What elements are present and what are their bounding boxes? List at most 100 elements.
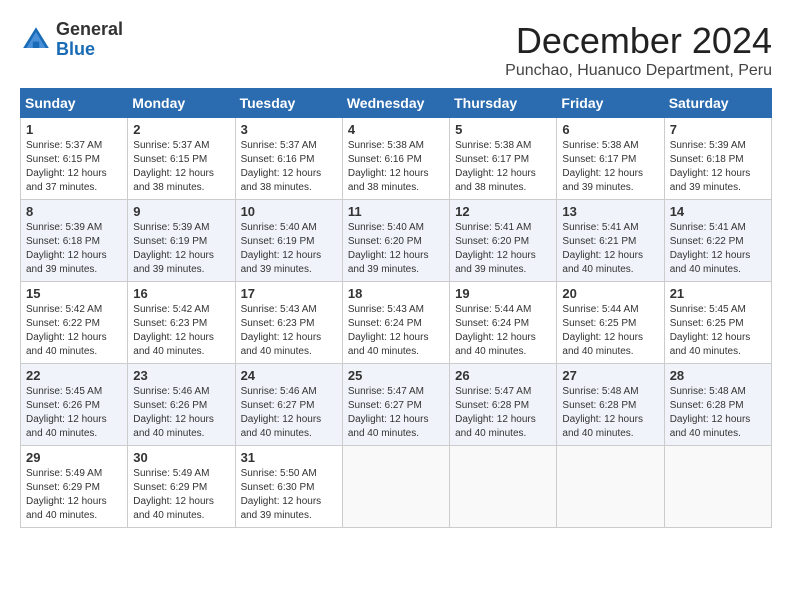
calendar-day-cell: 15 Sunrise: 5:42 AM Sunset: 6:22 PM Dayli… <box>21 282 128 364</box>
day-number: 16 <box>133 286 229 301</box>
calendar-week-row: 29 Sunrise: 5:49 AM Sunset: 6:29 PM Dayli… <box>21 446 772 528</box>
weekday-header-wednesday: Wednesday <box>342 89 449 118</box>
calendar-day-cell: 8Sunrise: 5:39 AM Sunset: 6:18 PM Daylig… <box>21 200 128 282</box>
calendar-day-cell: 17 Sunrise: 5:43 AM Sunset: 6:23 PM Dayli… <box>235 282 342 364</box>
calendar-day-cell <box>664 446 771 528</box>
calendar-week-row: 8Sunrise: 5:39 AM Sunset: 6:18 PM Daylig… <box>21 200 772 282</box>
calendar-day-cell: 26 Sunrise: 5:47 AM Sunset: 6:28 PM Dayli… <box>450 364 557 446</box>
page-header: General Blue December 2024 Punchao, Huan… <box>20 20 772 80</box>
day-info: Sunrise: 5:39 AM Sunset: 6:19 PM Dayligh… <box>133 221 229 277</box>
calendar-day-cell: 20 Sunrise: 5:44 AM Sunset: 6:25 PM Dayli… <box>557 282 664 364</box>
day-number: 8 <box>26 204 122 219</box>
day-info: Sunrise: 5:41 AM Sunset: 6:21 PM Dayligh… <box>562 221 658 277</box>
calendar-table: SundayMondayTuesdayWednesdayThursdayFrid… <box>20 88 772 528</box>
calendar-day-cell: 28 Sunrise: 5:48 AM Sunset: 6:28 PM Dayli… <box>664 364 771 446</box>
day-number: 17 <box>241 286 337 301</box>
day-number: 25 <box>348 368 444 383</box>
calendar-day-cell: 5 Sunrise: 5:38 AM Sunset: 6:17 PM Daylig… <box>450 118 557 200</box>
day-number: 20 <box>562 286 658 301</box>
calendar-week-row: 15 Sunrise: 5:42 AM Sunset: 6:22 PM Dayli… <box>21 282 772 364</box>
calendar-day-cell <box>557 446 664 528</box>
weekday-header-row: SundayMondayTuesdayWednesdayThursdayFrid… <box>21 89 772 118</box>
day-number: 23 <box>133 368 229 383</box>
calendar-day-cell: 13 Sunrise: 5:41 AM Sunset: 6:21 PM Dayli… <box>557 200 664 282</box>
calendar-day-cell: 10 Sunrise: 5:40 AM Sunset: 6:19 PM Dayli… <box>235 200 342 282</box>
day-number: 29 <box>26 450 122 465</box>
calendar-day-cell <box>450 446 557 528</box>
day-info: Sunrise: 5:50 AM Sunset: 6:30 PM Dayligh… <box>241 467 337 523</box>
calendar-day-cell: 11 Sunrise: 5:40 AM Sunset: 6:20 PM Dayli… <box>342 200 449 282</box>
weekday-header-saturday: Saturday <box>664 89 771 118</box>
day-info: Sunrise: 5:43 AM Sunset: 6:24 PM Dayligh… <box>348 303 444 359</box>
day-info: Sunrise: 5:37 AM Sunset: 6:16 PM Dayligh… <box>241 139 337 195</box>
calendar-day-cell: 7Sunrise: 5:39 AM Sunset: 6:18 PM Daylig… <box>664 118 771 200</box>
calendar-week-row: 1 Sunrise: 5:37 AM Sunset: 6:15 PM Daylig… <box>21 118 772 200</box>
day-info: Sunrise: 5:38 AM Sunset: 6:17 PM Dayligh… <box>562 139 658 195</box>
calendar-day-cell: 30Sunrise: 5:49 AM Sunset: 6:29 PM Dayli… <box>128 446 235 528</box>
day-info: Sunrise: 5:42 AM Sunset: 6:23 PM Dayligh… <box>133 303 229 359</box>
day-number: 15 <box>26 286 122 301</box>
weekday-header-monday: Monday <box>128 89 235 118</box>
calendar-day-cell: 14 Sunrise: 5:41 AM Sunset: 6:22 PM Dayli… <box>664 200 771 282</box>
day-info: Sunrise: 5:40 AM Sunset: 6:19 PM Dayligh… <box>241 221 337 277</box>
calendar-day-cell: 1 Sunrise: 5:37 AM Sunset: 6:15 PM Daylig… <box>21 118 128 200</box>
calendar-day-cell: 9Sunrise: 5:39 AM Sunset: 6:19 PM Daylig… <box>128 200 235 282</box>
calendar-day-cell: 23 Sunrise: 5:46 AM Sunset: 6:26 PM Dayli… <box>128 364 235 446</box>
day-info: Sunrise: 5:49 AM Sunset: 6:29 PM Dayligh… <box>133 467 229 523</box>
calendar-day-cell: 3Sunrise: 5:37 AM Sunset: 6:16 PM Daylig… <box>235 118 342 200</box>
day-number: 27 <box>562 368 658 383</box>
day-number: 28 <box>670 368 766 383</box>
logo-blue-text: Blue <box>56 40 123 60</box>
weekday-header-tuesday: Tuesday <box>235 89 342 118</box>
calendar-day-cell: 2Sunrise: 5:37 AM Sunset: 6:15 PM Daylig… <box>128 118 235 200</box>
calendar-week-row: 22Sunrise: 5:45 AM Sunset: 6:26 PM Dayli… <box>21 364 772 446</box>
day-info: Sunrise: 5:44 AM Sunset: 6:24 PM Dayligh… <box>455 303 551 359</box>
day-number: 14 <box>670 204 766 219</box>
logo: General Blue <box>20 20 123 60</box>
weekday-header-thursday: Thursday <box>450 89 557 118</box>
calendar-day-cell: 27Sunrise: 5:48 AM Sunset: 6:28 PM Dayli… <box>557 364 664 446</box>
location-subtitle: Punchao, Huanuco Department, Peru <box>505 62 772 80</box>
calendar-day-cell: 21Sunrise: 5:45 AM Sunset: 6:25 PM Dayli… <box>664 282 771 364</box>
day-info: Sunrise: 5:41 AM Sunset: 6:22 PM Dayligh… <box>670 221 766 277</box>
day-number: 18 <box>348 286 444 301</box>
day-info: Sunrise: 5:42 AM Sunset: 6:22 PM Dayligh… <box>26 303 122 359</box>
day-info: Sunrise: 5:38 AM Sunset: 6:17 PM Dayligh… <box>455 139 551 195</box>
calendar-day-cell: 25Sunrise: 5:47 AM Sunset: 6:27 PM Dayli… <box>342 364 449 446</box>
weekday-header-friday: Friday <box>557 89 664 118</box>
day-number: 11 <box>348 204 444 219</box>
day-info: Sunrise: 5:37 AM Sunset: 6:15 PM Dayligh… <box>133 139 229 195</box>
day-number: 1 <box>26 122 122 137</box>
day-info: Sunrise: 5:46 AM Sunset: 6:26 PM Dayligh… <box>133 385 229 441</box>
calendar-day-cell: 18 Sunrise: 5:43 AM Sunset: 6:24 PM Dayli… <box>342 282 449 364</box>
day-number: 10 <box>241 204 337 219</box>
day-info: Sunrise: 5:41 AM Sunset: 6:20 PM Dayligh… <box>455 221 551 277</box>
day-info: Sunrise: 5:45 AM Sunset: 6:25 PM Dayligh… <box>670 303 766 359</box>
day-number: 24 <box>241 368 337 383</box>
day-info: Sunrise: 5:49 AM Sunset: 6:29 PM Dayligh… <box>26 467 122 523</box>
calendar-day-cell: 12Sunrise: 5:41 AM Sunset: 6:20 PM Dayli… <box>450 200 557 282</box>
day-number: 26 <box>455 368 551 383</box>
calendar-day-cell: 31Sunrise: 5:50 AM Sunset: 6:30 PM Dayli… <box>235 446 342 528</box>
day-info: Sunrise: 5:38 AM Sunset: 6:16 PM Dayligh… <box>348 139 444 195</box>
month-title: December 2024 <box>505 20 772 62</box>
day-info: Sunrise: 5:40 AM Sunset: 6:20 PM Dayligh… <box>348 221 444 277</box>
day-info: Sunrise: 5:43 AM Sunset: 6:23 PM Dayligh… <box>241 303 337 359</box>
day-info: Sunrise: 5:48 AM Sunset: 6:28 PM Dayligh… <box>670 385 766 441</box>
weekday-header-sunday: Sunday <box>21 89 128 118</box>
day-info: Sunrise: 5:47 AM Sunset: 6:28 PM Dayligh… <box>455 385 551 441</box>
calendar-day-cell: 29 Sunrise: 5:49 AM Sunset: 6:29 PM Dayli… <box>21 446 128 528</box>
day-info: Sunrise: 5:39 AM Sunset: 6:18 PM Dayligh… <box>670 139 766 195</box>
day-number: 5 <box>455 122 551 137</box>
day-number: 4 <box>348 122 444 137</box>
day-number: 6 <box>562 122 658 137</box>
logo-general-text: General <box>56 20 123 40</box>
day-number: 22 <box>26 368 122 383</box>
calendar-day-cell: 4 Sunrise: 5:38 AM Sunset: 6:16 PM Daylig… <box>342 118 449 200</box>
day-number: 13 <box>562 204 658 219</box>
calendar-day-cell: 6 Sunrise: 5:38 AM Sunset: 6:17 PM Daylig… <box>557 118 664 200</box>
day-info: Sunrise: 5:44 AM Sunset: 6:25 PM Dayligh… <box>562 303 658 359</box>
calendar-day-cell: 22Sunrise: 5:45 AM Sunset: 6:26 PM Dayli… <box>21 364 128 446</box>
calendar-day-cell: 24Sunrise: 5:46 AM Sunset: 6:27 PM Dayli… <box>235 364 342 446</box>
day-info: Sunrise: 5:37 AM Sunset: 6:15 PM Dayligh… <box>26 139 122 195</box>
